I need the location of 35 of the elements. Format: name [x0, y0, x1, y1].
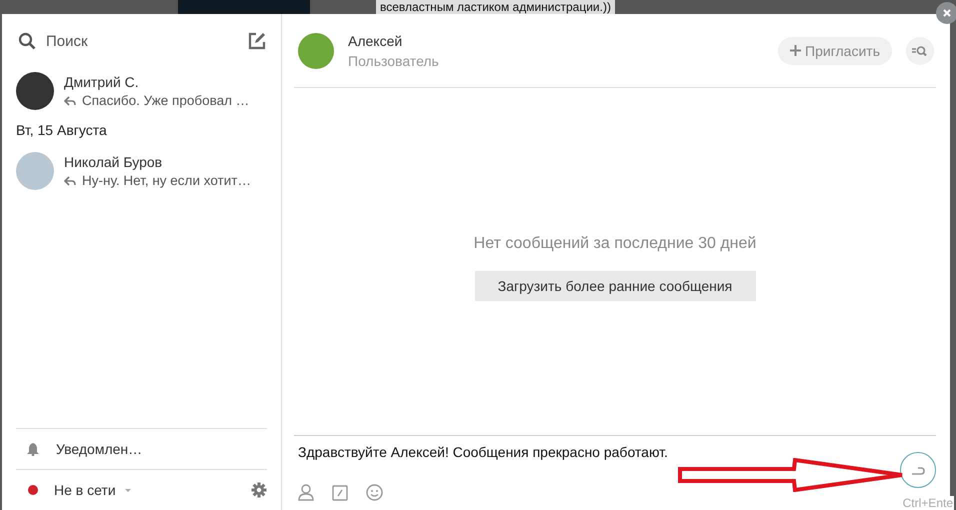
contact-name: Алексей [348, 32, 404, 48]
command-icon [332, 484, 348, 500]
avatar [298, 32, 334, 68]
date-label: Вт, 15 Августа [16, 121, 108, 140]
caret-icon [124, 488, 132, 492]
contact-name: Дмитрий С. [64, 74, 140, 90]
conversation-item[interactable]: Дмитрий С. Спасибо. Уже пробовал … [16, 68, 267, 114]
reply-icon [64, 176, 76, 186]
plus-icon [790, 45, 802, 56]
message-preview: Спасибо. Уже пробовал … [82, 93, 250, 108]
notifications-link[interactable]: Уведомлен… [56, 441, 142, 457]
settings-icon [251, 482, 267, 498]
person-icon [298, 484, 314, 501]
shortcut-hint: Ctrl+Ente [902, 496, 954, 510]
avatar [16, 72, 54, 110]
bell-icon [26, 442, 40, 456]
load-earlier-button[interactable]: Загрузить более ранние сообщения [474, 270, 756, 300]
close-button[interactable] [936, 2, 956, 24]
empty-message: Нет сообщений за последние 30 дней [474, 234, 756, 252]
close-icon [942, 8, 952, 18]
message-preview: Ну-ну. Нет, ну если хотит… [82, 173, 251, 188]
message-input[interactable]: Здравствуйте Алексей! Сообщения прекрасно работают. [298, 444, 668, 464]
search-messages-button[interactable] [906, 36, 934, 64]
conversation-item[interactable]: Николай Буров Ну-ну. Нет, ну если хотит… [16, 148, 267, 194]
search-icon [911, 44, 929, 56]
status-dropdown[interactable]: Не в сети [54, 482, 116, 498]
contact-role: Пользователь [348, 52, 440, 68]
reply-icon [64, 96, 76, 106]
emoji-icon [366, 484, 383, 501]
avatar [16, 152, 54, 190]
compose-icon [247, 31, 267, 51]
background-text: всевластным ластиком администрации.)) [376, 0, 615, 14]
contact-name: Николай Буров [64, 154, 164, 170]
search-icon [18, 32, 36, 50]
send-button[interactable] [900, 452, 936, 488]
